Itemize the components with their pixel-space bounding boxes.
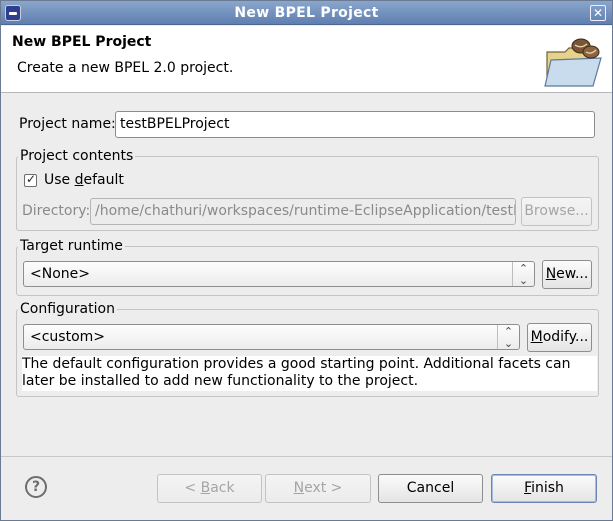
back-button[interactable]: < Back: [157, 474, 262, 503]
new-bpel-project-dialog: New BPEL Project ✕ New BPEL Project Crea…: [0, 0, 613, 521]
title-bar: New BPEL Project ✕: [1, 1, 612, 25]
close-icon[interactable]: ✕: [590, 5, 606, 21]
updown-arrows-icon: ⌃ ⌄: [497, 325, 519, 350]
target-runtime-select[interactable]: <None> ⌃ ⌄: [23, 261, 535, 287]
help-icon[interactable]: ?: [25, 476, 47, 498]
configuration-select[interactable]: <custom> ⌃ ⌄: [23, 324, 520, 350]
window-title: New BPEL Project: [234, 5, 379, 21]
next-button[interactable]: Next >: [265, 474, 371, 503]
configuration-value: <custom>: [30, 329, 106, 345]
browse-button[interactable]: Browse...: [521, 197, 592, 226]
wizard-banner: New BPEL Project Create a new BPEL 2.0 p…: [1, 26, 612, 93]
footer-divider: [1, 456, 612, 457]
use-default-label: Use default: [44, 172, 124, 188]
folder-beans-icon: [544, 38, 602, 87]
configuration-description: The default configuration provides a goo…: [22, 356, 597, 391]
cancel-button[interactable]: Cancel: [378, 474, 483, 503]
directory-label: Directory:: [22, 203, 91, 219]
banner-title: New BPEL Project: [12, 34, 152, 50]
updown-arrows-icon: ⌃ ⌄: [512, 262, 534, 287]
target-runtime-title: Target runtime: [18, 238, 125, 254]
project-contents-title: Project contents: [18, 148, 136, 164]
project-name-label: Project name:: [19, 116, 116, 132]
configuration-title: Configuration: [18, 301, 117, 317]
banner-description: Create a new BPEL 2.0 project.: [17, 60, 234, 76]
modify-configuration-button[interactable]: Modify...: [527, 323, 592, 352]
use-default-checkbox[interactable]: [24, 172, 37, 187]
target-runtime-value: <None>: [30, 266, 90, 282]
directory-input[interactable]: /home/chathuri/workspaces/runtime-Eclips…: [90, 198, 516, 225]
new-runtime-button[interactable]: New...: [542, 260, 592, 289]
project-name-input[interactable]: testBPELProject: [115, 111, 595, 138]
finish-button[interactable]: Finish: [491, 474, 597, 503]
